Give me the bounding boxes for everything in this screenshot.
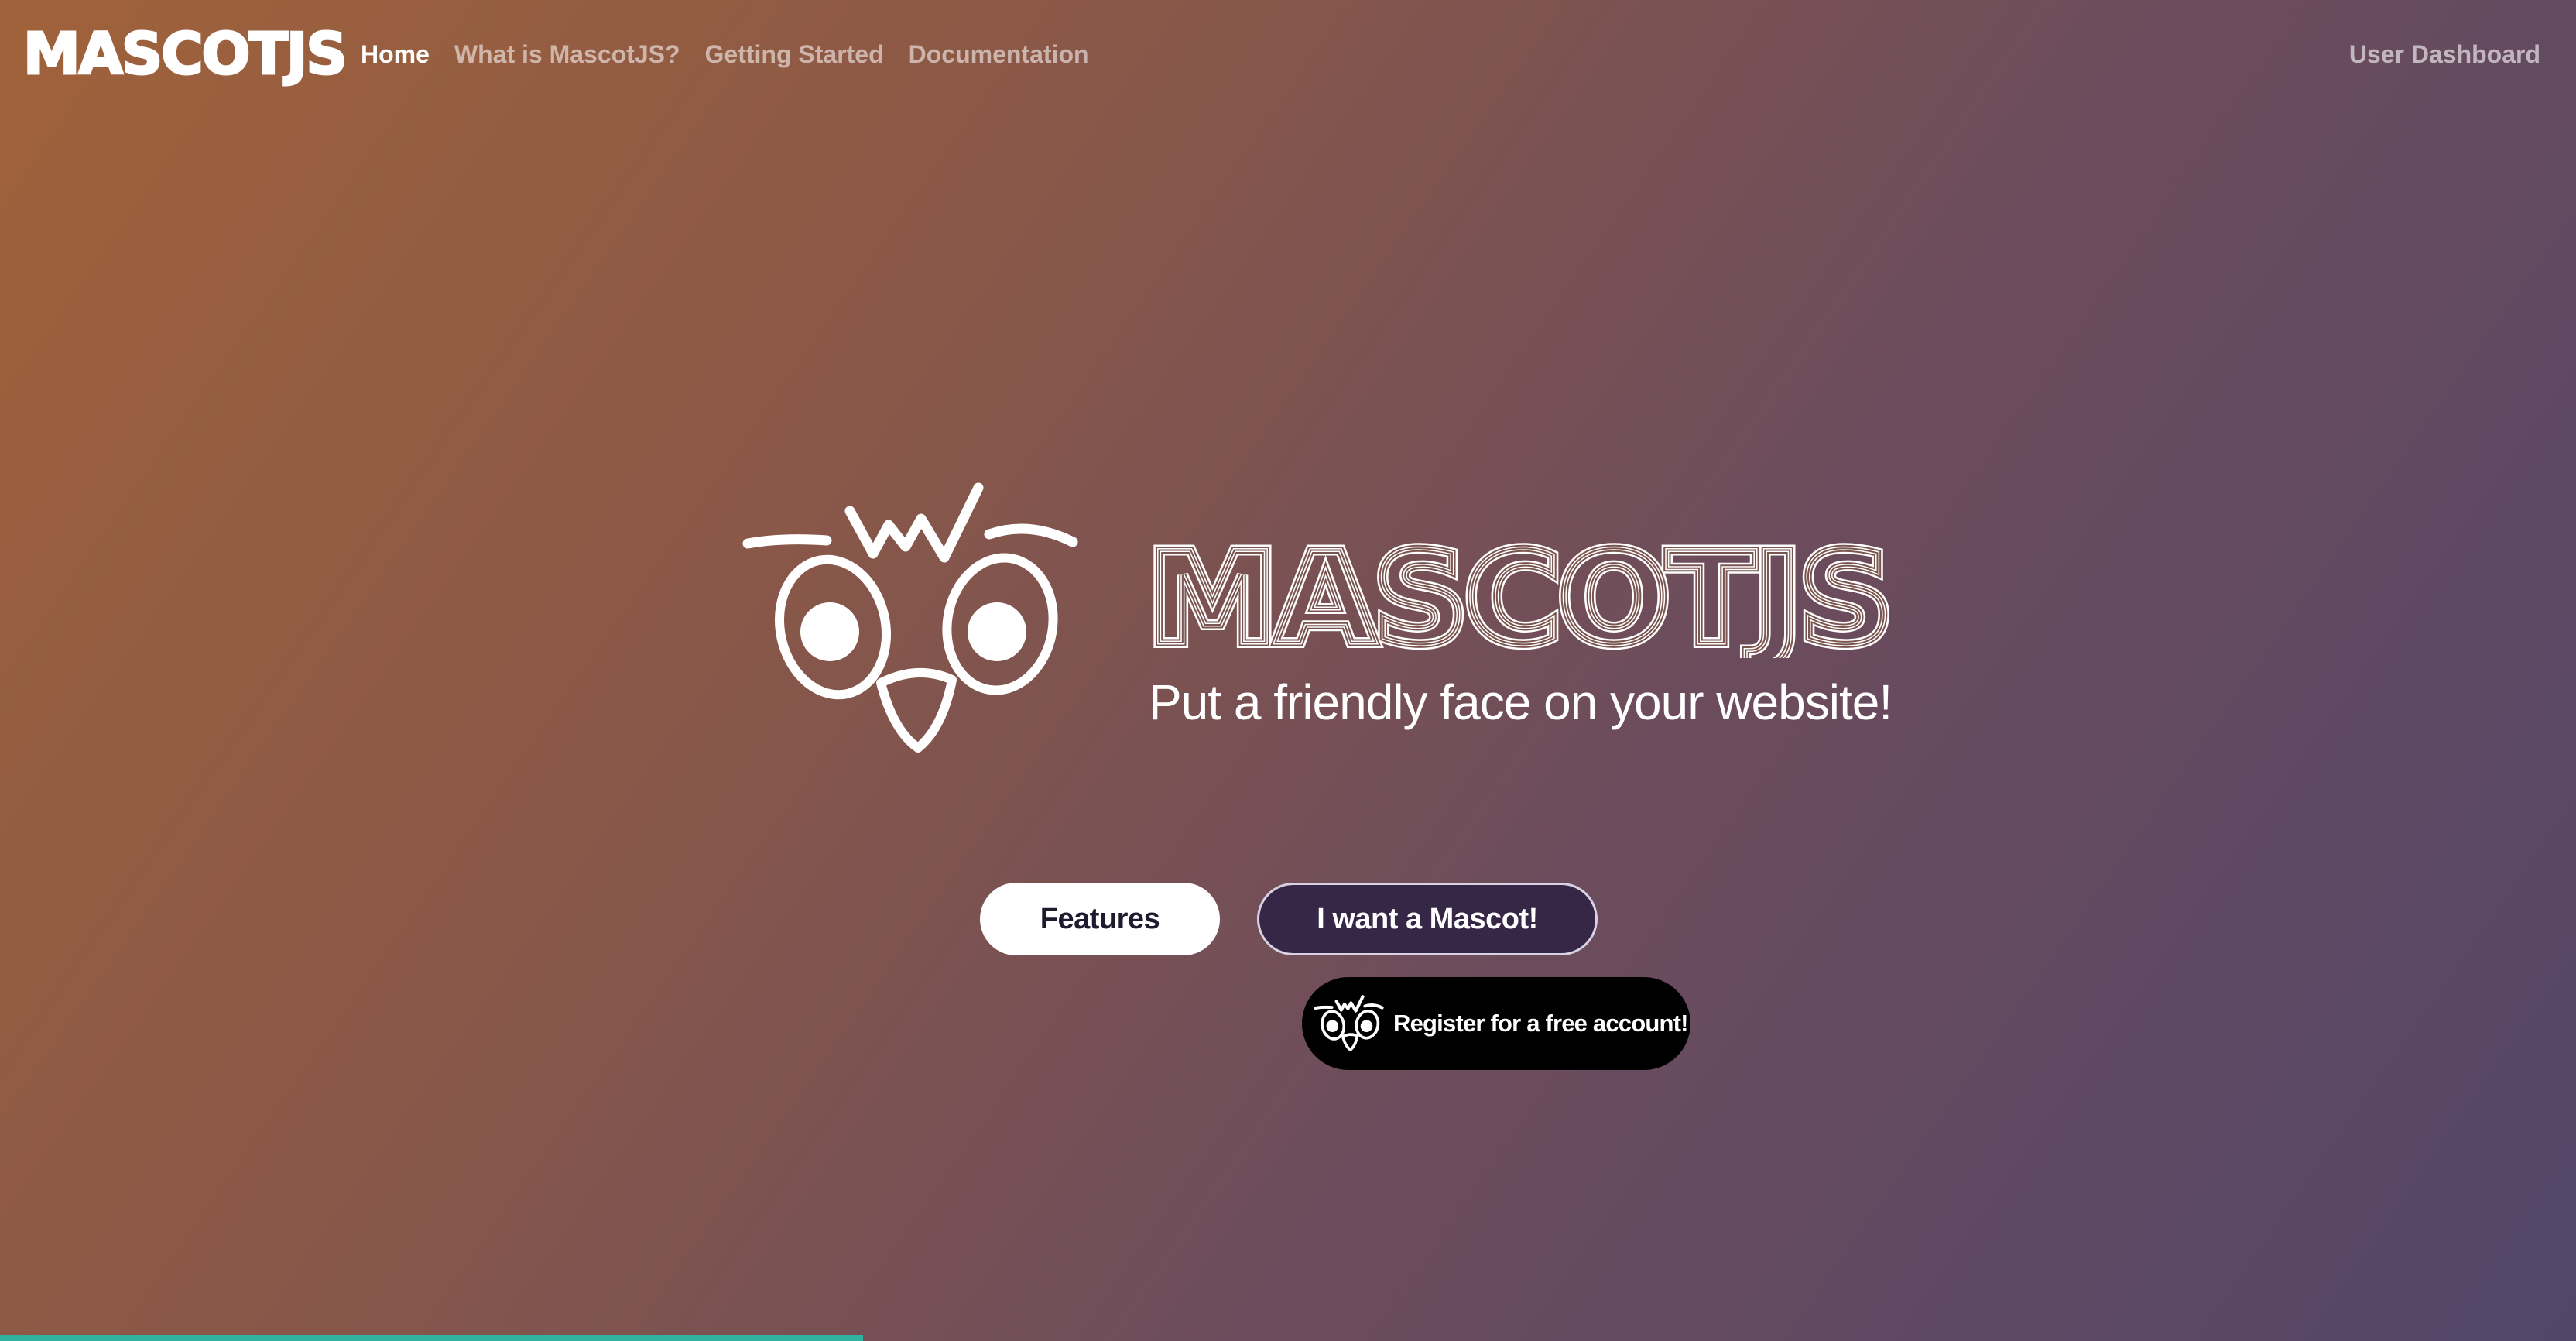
nav-link-user-dashboard[interactable]: User Dashboard <box>2349 37 2540 71</box>
features-button[interactable]: Features <box>980 883 1220 955</box>
top-navbar: MASCOTJS Home What is MascotJS? Getting … <box>0 0 2576 108</box>
register-free-account-button[interactable]: Register for a free account! <box>1302 977 1690 1070</box>
brand-logo[interactable]: MASCOTJS <box>22 21 349 88</box>
hero-tagline: Put a friendly face on your website! <box>1149 674 1893 730</box>
nav-link-what-is-mascotjs[interactable]: What is MascotJS? <box>454 37 680 71</box>
i-want-a-mascot-button[interactable]: I want a Mascot! <box>1257 883 1598 955</box>
svg-text:MASCOTJS: MASCOTJS <box>1147 526 1890 658</box>
nav-links: Home What is MascotJS? Getting Started D… <box>361 37 1089 71</box>
page-progress-bar <box>0 1335 2576 1341</box>
owl-mascot-face-icon <box>742 472 1082 767</box>
nav-link-home[interactable]: Home <box>361 37 430 71</box>
page-progress-fill <box>0 1335 863 1341</box>
nav-link-documentation[interactable]: Documentation <box>909 37 1089 71</box>
register-button-label: Register for a free account! <box>1393 1010 1689 1037</box>
hero-logo-wordmark: MASCOTJS MASCOTJS MASCOTJS MASCOTJS <box>1144 526 1903 658</box>
nav-link-getting-started[interactable]: Getting Started <box>705 37 884 71</box>
owl-mascot-icon <box>1314 992 1384 1055</box>
